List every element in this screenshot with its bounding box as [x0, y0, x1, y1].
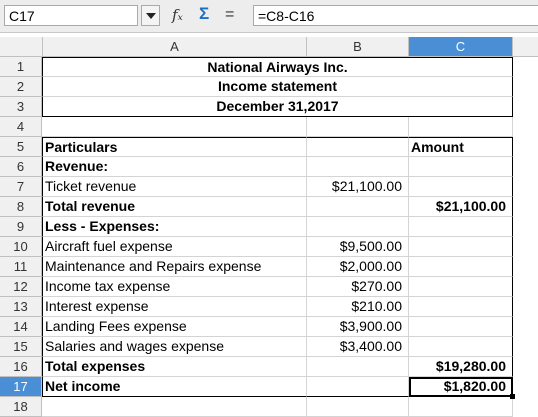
- cell-c15[interactable]: [409, 337, 513, 357]
- fill-handle[interactable]: [510, 394, 515, 399]
- cell-c9[interactable]: [409, 217, 513, 237]
- name-box[interactable]: C17: [4, 5, 138, 26]
- row-header-8[interactable]: 8: [0, 197, 42, 217]
- cell-b16[interactable]: [307, 357, 409, 377]
- cell-a15[interactable]: Salaries and wages expense: [42, 337, 307, 357]
- row-header-2[interactable]: 2: [0, 77, 42, 97]
- cell-c12[interactable]: [409, 277, 513, 297]
- sum-icon[interactable]: Σ: [199, 4, 209, 24]
- cell-c10[interactable]: [409, 237, 513, 257]
- cell-b9[interactable]: [307, 217, 409, 237]
- cell-b18[interactable]: [307, 397, 409, 417]
- cell-c5[interactable]: Amount: [409, 137, 513, 157]
- cell-b17[interactable]: [307, 377, 409, 397]
- statement-title-cell[interactable]: Income statement: [42, 77, 513, 97]
- cell-a13[interactable]: Interest expense: [42, 297, 307, 317]
- cell-c18[interactable]: [409, 397, 513, 417]
- cell-a9[interactable]: Less - Expenses:: [42, 217, 307, 237]
- row-header-14[interactable]: 14: [0, 317, 42, 337]
- row-header-15[interactable]: 15: [0, 337, 42, 357]
- row-header-12[interactable]: 12: [0, 277, 42, 297]
- cell-b12[interactable]: $270.00: [307, 277, 409, 297]
- cell-c16[interactable]: $19,280.00: [409, 357, 513, 377]
- cell-c6[interactable]: [409, 157, 513, 177]
- column-header-b[interactable]: B: [307, 37, 409, 57]
- cell-c17[interactable]: $1,820.00: [409, 377, 513, 397]
- cell-b15[interactable]: $3,400.00: [307, 337, 409, 357]
- cell-c11[interactable]: [409, 257, 513, 277]
- select-all-corner[interactable]: [0, 37, 43, 57]
- row-header-4[interactable]: 4: [0, 117, 42, 137]
- cell-b10[interactable]: $9,500.00: [307, 237, 409, 257]
- cell-a10[interactable]: Aircraft fuel expense: [42, 237, 307, 257]
- cell-a4[interactable]: [42, 117, 307, 137]
- formula-input[interactable]: =C8-C16: [253, 5, 538, 26]
- date-title-cell[interactable]: December 31,2017: [42, 97, 513, 117]
- row-header-5[interactable]: 5: [0, 137, 42, 157]
- row-header-7[interactable]: 7: [0, 177, 42, 197]
- cell-a16[interactable]: Total expenses: [42, 357, 307, 377]
- cell-b13[interactable]: $210.00: [307, 297, 409, 317]
- row-header-13[interactable]: 13: [0, 297, 42, 317]
- cell-b8[interactable]: [307, 197, 409, 217]
- cell-a5[interactable]: Particulars: [42, 137, 307, 157]
- formula-bar: C17 fₓ Σ = =C8-C16: [0, 0, 538, 33]
- cell-b11[interactable]: $2,000.00: [307, 257, 409, 277]
- row-header-6[interactable]: 6: [0, 157, 42, 177]
- row-header-1[interactable]: 1: [0, 57, 42, 77]
- cell-c13[interactable]: [409, 297, 513, 317]
- cell-a14[interactable]: Landing Fees expense: [42, 317, 307, 337]
- column-header-d[interactable]: [513, 37, 538, 57]
- column-d-cells[interactable]: [513, 57, 538, 417]
- cell-c7[interactable]: [409, 177, 513, 197]
- row-header-3[interactable]: 3: [0, 97, 42, 117]
- row-header-11[interactable]: 11: [0, 257, 42, 277]
- cell-b14[interactable]: $3,900.00: [307, 317, 409, 337]
- column-header-a[interactable]: A: [43, 37, 307, 57]
- row-header-16[interactable]: 16: [0, 357, 42, 377]
- column-header-c[interactable]: C: [409, 37, 513, 57]
- cell-a17[interactable]: Net income: [42, 377, 307, 397]
- company-title-cell[interactable]: National Airways Inc.: [42, 57, 513, 77]
- cell-a18[interactable]: [42, 397, 307, 417]
- cell-b4[interactable]: [307, 117, 409, 137]
- cell-a7[interactable]: Ticket revenue: [42, 177, 307, 197]
- chevron-down-icon: [145, 12, 156, 19]
- cell-a8[interactable]: Total revenue: [42, 197, 307, 217]
- row-header-10[interactable]: 10: [0, 237, 42, 257]
- cell-a12[interactable]: Income tax expense: [42, 277, 307, 297]
- function-wizard-icon[interactable]: fₓ: [172, 6, 183, 24]
- cell-a6[interactable]: Revenue:: [42, 157, 307, 177]
- cell-b6[interactable]: [307, 157, 409, 177]
- cell-c14[interactable]: [409, 317, 513, 337]
- row-header-18[interactable]: 18: [0, 397, 42, 417]
- row-header-17[interactable]: 17: [0, 377, 42, 397]
- equals-icon[interactable]: =: [225, 6, 234, 24]
- cell-b5[interactable]: [307, 137, 409, 157]
- cell-a11[interactable]: Maintenance and Repairs expense: [42, 257, 307, 277]
- cell-c8[interactable]: $21,100.00: [409, 197, 513, 217]
- name-box-dropdown-button[interactable]: [141, 5, 160, 26]
- cell-b7[interactable]: $21,100.00: [307, 177, 409, 197]
- row-header-9[interactable]: 9: [0, 217, 42, 237]
- cell-c4[interactable]: [409, 117, 513, 137]
